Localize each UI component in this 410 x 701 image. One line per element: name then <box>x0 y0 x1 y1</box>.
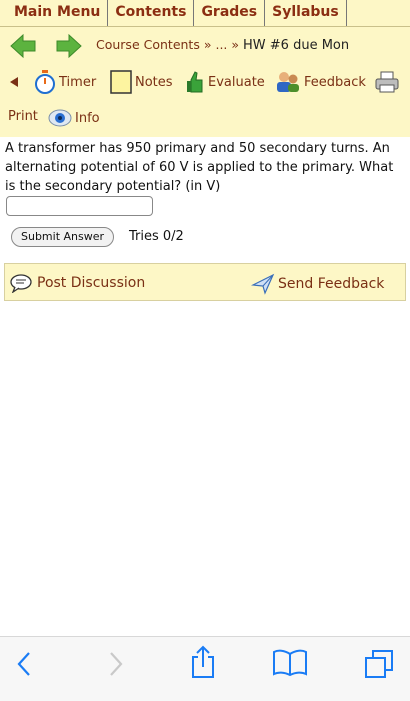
breadcrumb-course-contents[interactable]: Course Contents <box>96 37 200 52</box>
post-discussion-label: Post Discussion <box>37 275 146 291</box>
send-feedback-icon <box>251 273 275 295</box>
tool-row: Timer Notes Evaluate Feedback <box>0 67 410 97</box>
answer-input[interactable] <box>6 196 153 216</box>
breadcrumb-current: HW #6 due Mon <box>243 38 350 53</box>
notes-tool[interactable]: Notes <box>110 67 173 97</box>
next-arrow-icon[interactable] <box>55 33 83 59</box>
evaluate-tool[interactable]: Evaluate <box>185 67 265 97</box>
timer-tool[interactable]: Timer <box>34 67 96 97</box>
people-feedback-icon <box>277 72 299 92</box>
browser-toolbar <box>0 636 410 701</box>
notes-icon <box>110 70 132 94</box>
breadcrumb-separator: » <box>231 37 240 52</box>
info-label: Info <box>75 110 100 126</box>
feedback-label: Feedback <box>304 74 366 90</box>
problem-text: A transformer has 950 primary and 50 sec… <box>5 141 394 194</box>
share-icon[interactable] <box>190 645 216 679</box>
printer-icon[interactable] <box>374 70 400 94</box>
previous-arrow-icon[interactable] <box>9 33 37 59</box>
submit-answer-button[interactable]: Submit Answer <box>11 227 115 247</box>
back-arrow-icon[interactable] <box>16 651 32 677</box>
tabs-icon[interactable] <box>364 649 394 679</box>
forward-arrow-icon[interactable] <box>108 651 124 677</box>
book-icon[interactable] <box>272 649 308 677</box>
print-link[interactable]: Print <box>8 109 38 124</box>
discussion-bar: Post Discussion Send Feedback <box>4 263 406 301</box>
menu-contents[interactable]: Contents <box>108 0 195 26</box>
menu-syllabus[interactable]: Syllabus <box>265 0 347 26</box>
menu-grades[interactable]: Grades <box>194 0 266 26</box>
speech-bubble-icon <box>10 274 32 293</box>
info-row: Print Info <box>0 106 410 130</box>
breadcrumb-separator: » <box>203 37 212 52</box>
breadcrumb-ellipsis[interactable]: ... <box>215 37 227 52</box>
stopwatch-icon <box>35 70 55 94</box>
caret-left-icon[interactable] <box>10 77 19 87</box>
thumbs-up-icon <box>187 71 203 93</box>
send-feedback-link[interactable]: Send Feedback <box>251 273 384 295</box>
main-menubar: Main Menu Contents Grades Syllabus <box>0 0 410 27</box>
info-tool[interactable]: Info <box>48 106 100 130</box>
notes-label: Notes <box>135 74 173 90</box>
navigation-panel: Course Contents » ... » HW #6 due Mon Ti… <box>0 27 410 137</box>
timer-label: Timer <box>59 74 97 90</box>
send-feedback-label: Send Feedback <box>278 276 385 292</box>
evaluate-label: Evaluate <box>208 74 265 90</box>
tries-counter: Tries 0/2 <box>129 229 184 244</box>
breadcrumb: Course Contents » ... » HW #6 due Mon <box>96 37 349 53</box>
menu-main-menu[interactable]: Main Menu <box>0 0 109 26</box>
post-discussion-link[interactable]: Post Discussion <box>9 273 145 293</box>
feedback-tool[interactable]: Feedback <box>275 67 366 97</box>
eye-info-icon <box>48 109 72 127</box>
